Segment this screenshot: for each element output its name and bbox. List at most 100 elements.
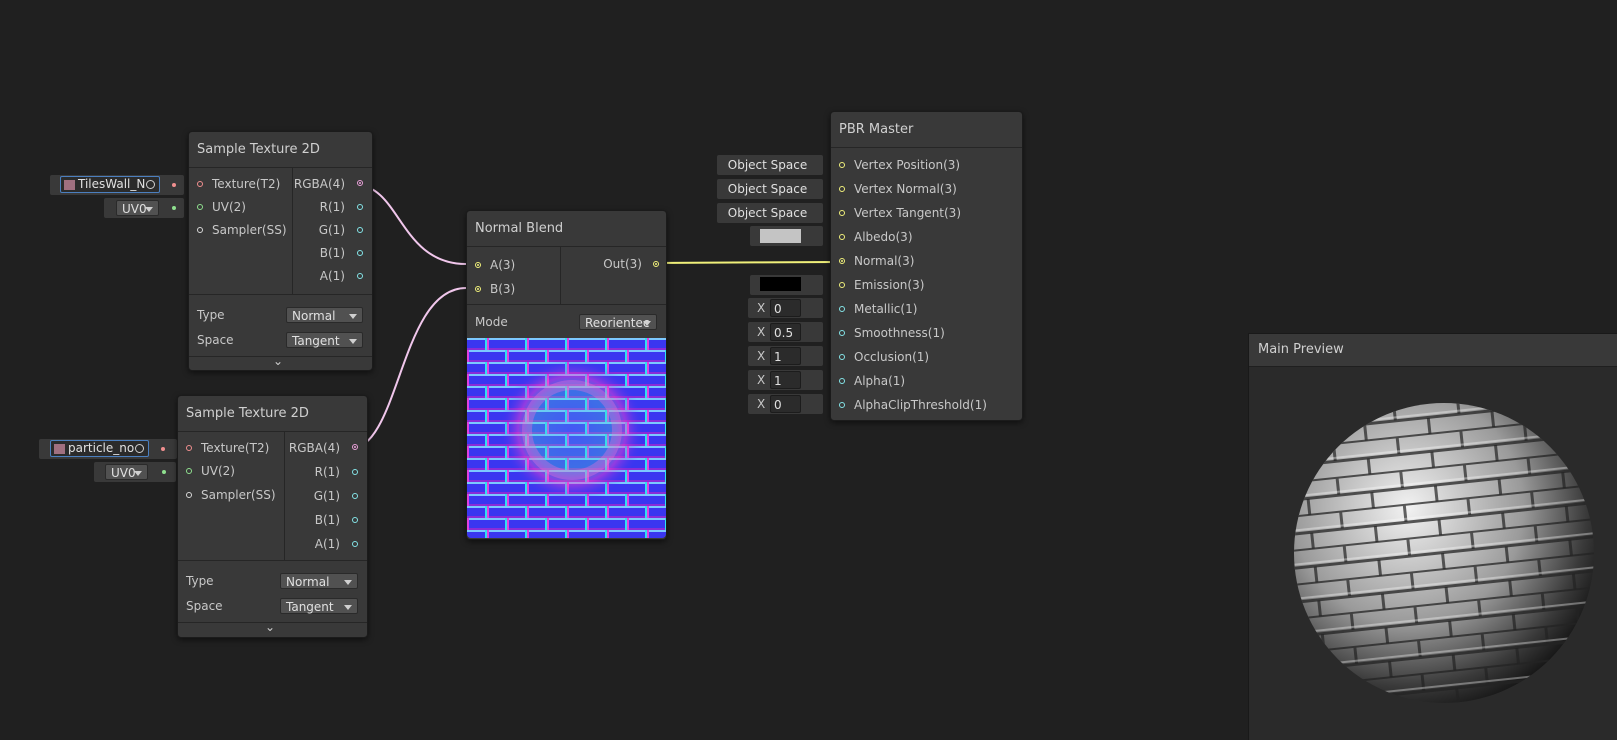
- pbr-port-label: Vertex Tangent(3): [854, 206, 961, 220]
- port-label: A(1): [319, 269, 345, 283]
- metallic-input[interactable]: 0: [770, 299, 801, 317]
- port-rgba-out[interactable]: [357, 180, 363, 186]
- caret-icon: [134, 471, 142, 476]
- port-rgba-out[interactable]: [352, 444, 358, 450]
- texture-thumb-icon: [64, 180, 75, 190]
- port-b-in[interactable]: [475, 286, 481, 292]
- space-dropdown[interactable]: Tangent: [286, 332, 363, 348]
- port-a-out[interactable]: [357, 273, 363, 279]
- normal-blend-preview: [467, 338, 666, 538]
- texture-field-1-label: TilesWall_N: [78, 177, 146, 191]
- texture-thumb-icon: [54, 444, 65, 454]
- pbr-port-in[interactable]: [839, 234, 845, 240]
- pbr-port-label: AlphaClipThreshold(1): [854, 398, 987, 412]
- smoothness-input[interactable]: 0.5: [770, 323, 801, 341]
- main-preview-panel[interactable]: Main Preview: [1248, 333, 1617, 740]
- space-dropdown[interactable]: Tangent: [280, 598, 358, 614]
- texture-wire-dot: [172, 183, 176, 187]
- pbr-port-in[interactable]: [839, 258, 845, 264]
- type-dropdown[interactable]: Normal: [280, 573, 358, 589]
- port-label: G(1): [318, 223, 345, 237]
- object-picker-icon[interactable]: [135, 444, 144, 453]
- collapse-chevron-icon[interactable]: ⌄: [265, 620, 275, 634]
- port-label: R(1): [314, 465, 340, 479]
- albedo-color-swatch[interactable]: [760, 229, 801, 243]
- alpha-input[interactable]: 1: [770, 371, 801, 389]
- pbr-port-in[interactable]: [839, 402, 845, 408]
- port-texture-in[interactable]: [186, 445, 192, 451]
- port-label: B(1): [314, 513, 340, 527]
- port-label: UV(2): [201, 464, 235, 478]
- type-label: Type: [186, 574, 214, 588]
- type-dropdown[interactable]: Normal: [286, 307, 363, 323]
- space-label: Space: [197, 333, 234, 347]
- mode-dropdown[interactable]: Reorientec: [579, 314, 657, 330]
- caret-icon: [145, 207, 153, 212]
- port-uv-in[interactable]: [186, 468, 192, 474]
- pbr-port-in[interactable]: [839, 210, 845, 216]
- port-label: B(3): [490, 282, 516, 296]
- pbr-port-in[interactable]: [839, 378, 845, 384]
- pbr-port-in[interactable]: [839, 282, 845, 288]
- collapse-chevron-icon[interactable]: ⌄: [273, 354, 283, 368]
- vertex-position-space[interactable]: Object Space: [719, 157, 816, 173]
- normal-blend-node[interactable]: Normal Blend A(3) B(3) Out(3) Mode Reori…: [466, 210, 667, 540]
- axis-label: X: [757, 349, 766, 363]
- port-b-out[interactable]: [352, 517, 358, 523]
- axis-label: X: [757, 325, 766, 339]
- pbr-port-label: Smoothness(1): [854, 326, 945, 340]
- object-picker-icon[interactable]: [146, 180, 155, 189]
- port-sampler-in[interactable]: [197, 227, 203, 233]
- port-sampler-in[interactable]: [186, 492, 192, 498]
- occlusion-input[interactable]: 1: [770, 347, 801, 365]
- vertex-normal-space[interactable]: Object Space: [719, 181, 816, 197]
- sample-texture-node-2[interactable]: Sample Texture 2D Texture(T2) UV(2) Samp…: [177, 395, 368, 638]
- uv-dropdown-2[interactable]: UV0: [105, 464, 148, 480]
- port-r-out[interactable]: [352, 469, 358, 475]
- type-label: Type: [197, 308, 225, 322]
- port-texture-in[interactable]: [197, 181, 203, 187]
- pbr-port-label: Alpha(1): [854, 374, 906, 388]
- vertex-tangent-space[interactable]: Object Space: [719, 205, 816, 221]
- edge-out-to-normal: [650, 261, 839, 264]
- port-g-out[interactable]: [352, 493, 358, 499]
- port-label: A(1): [314, 537, 340, 551]
- node-title: Normal Blend: [467, 211, 666, 247]
- port-label: UV(2): [212, 200, 246, 214]
- preview-sphere: [1294, 403, 1594, 703]
- uv-dropdown-1[interactable]: UV0: [116, 200, 159, 216]
- texture-field-1[interactable]: TilesWall_N: [60, 176, 160, 193]
- alpha-clip-input[interactable]: 0: [770, 395, 801, 413]
- axis-label: X: [757, 397, 766, 411]
- texture-wire-dot: [161, 447, 165, 451]
- port-uv-in[interactable]: [197, 204, 203, 210]
- port-label: RGBA(4): [293, 177, 345, 191]
- pbr-port-in[interactable]: [839, 330, 845, 336]
- node-title: Sample Texture 2D: [189, 132, 372, 168]
- caret-icon: [344, 605, 352, 610]
- texture-field-2[interactable]: particle_no: [50, 440, 149, 457]
- caret-icon: [349, 339, 357, 344]
- pbr-port-in[interactable]: [839, 306, 845, 312]
- port-label: R(1): [319, 200, 345, 214]
- port-label: A(3): [490, 258, 516, 272]
- pbr-port-in[interactable]: [839, 186, 845, 192]
- pbr-port-label: Vertex Position(3): [854, 158, 961, 172]
- sample-texture-node-1[interactable]: Sample Texture 2D Texture(T2) UV(2) Samp…: [188, 131, 373, 371]
- port-label: G(1): [313, 489, 340, 503]
- caret-icon: [349, 314, 357, 319]
- port-b-out[interactable]: [357, 250, 363, 256]
- pbr-port-label: Normal(3): [854, 254, 915, 268]
- emission-color-swatch[interactable]: [760, 277, 801, 291]
- port-label: Sampler(SS): [201, 488, 276, 502]
- port-a-in[interactable]: [475, 262, 481, 268]
- pbr-port-in[interactable]: [839, 162, 845, 168]
- port-r-out[interactable]: [357, 204, 363, 210]
- port-g-out[interactable]: [357, 227, 363, 233]
- caret-icon: [643, 321, 651, 326]
- port-a-out[interactable]: [352, 541, 358, 547]
- axis-label: X: [757, 373, 766, 387]
- port-out[interactable]: [653, 261, 659, 267]
- pbr-port-label: Vertex Normal(3): [854, 182, 957, 196]
- pbr-port-in[interactable]: [839, 354, 845, 360]
